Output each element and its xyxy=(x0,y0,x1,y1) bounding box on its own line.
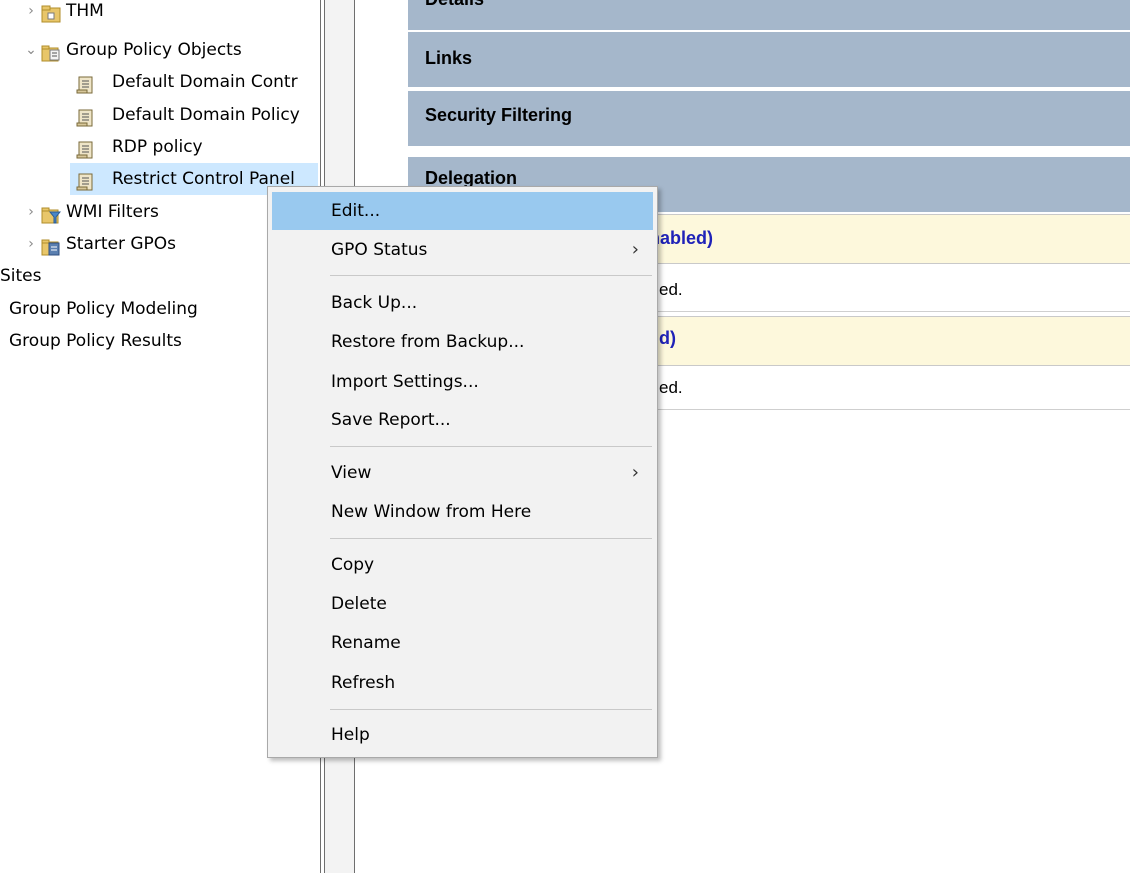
menu-item-delete[interactable]: Delete xyxy=(272,585,653,623)
gpo-scroll-icon xyxy=(76,170,96,191)
subsection-text-label: ed. xyxy=(659,280,683,299)
menu-separator xyxy=(330,709,652,710)
section-header-label: Security Filtering xyxy=(425,105,573,125)
section-header-security-filtering[interactable]: Security Filtering xyxy=(408,90,1130,146)
tree-item-label: Sites xyxy=(0,266,42,286)
section-header-links[interactable]: Links xyxy=(408,31,1130,87)
menu-item-label: Rename xyxy=(331,633,401,653)
tree-item-label: Default Domain Policy xyxy=(112,105,300,125)
chevron-down-icon[interactable]: ⌄ xyxy=(24,34,38,66)
tree-item-thm[interactable]: › THM xyxy=(24,0,314,27)
section-header-label: Details xyxy=(425,0,484,9)
menu-item-save-report[interactable]: Save Report... xyxy=(272,401,653,439)
tree-item-label: Group Policy Results xyxy=(9,331,182,351)
menu-item-label: Import Settings... xyxy=(331,372,479,392)
section-header-details[interactable]: Details xyxy=(408,0,1130,30)
chevron-right-icon[interactable]: › xyxy=(24,0,38,27)
menu-item-copy[interactable]: Copy xyxy=(272,546,653,584)
tree-item-group-policy-results[interactable]: Group Policy Results xyxy=(9,325,267,357)
tree-item-label: Default Domain Contr xyxy=(112,72,298,92)
menu-item-label: Help xyxy=(331,725,370,745)
menu-item-restore-from-backup[interactable]: Restore from Backup... xyxy=(272,323,653,361)
tree-item-label: THM xyxy=(66,1,104,21)
context-menu: Edit... GPO Status › Back Up... Restore … xyxy=(267,186,658,758)
menu-item-view[interactable]: View › xyxy=(272,454,653,492)
menu-item-label: View xyxy=(331,463,372,483)
tree-item-starter-gpos[interactable]: › Starter GPOs xyxy=(24,228,264,260)
menu-item-label: Delete xyxy=(331,594,387,614)
tree-item-gpo[interactable]: Default Domain Contr xyxy=(72,66,320,98)
chevron-right-icon: › xyxy=(631,462,639,483)
menu-item-label: New Window from Here xyxy=(331,502,532,522)
menu-item-label: Save Report... xyxy=(331,410,451,430)
subsection-text-label: ed. xyxy=(659,378,683,397)
menu-separator xyxy=(330,275,652,276)
menu-item-label: Restore from Backup... xyxy=(331,332,525,352)
menu-item-import-settings[interactable]: Import Settings... xyxy=(272,363,653,401)
tree-item-group-policy-modeling[interactable]: Group Policy Modeling xyxy=(9,293,267,325)
gpo-scroll-icon xyxy=(76,106,96,127)
menu-item-rename[interactable]: Rename xyxy=(272,624,653,662)
menu-item-label: GPO Status xyxy=(331,240,428,260)
chevron-right-icon: › xyxy=(631,239,639,260)
tree-item-label: Group Policy Objects xyxy=(66,40,242,60)
section-header-label: Delegation xyxy=(425,168,518,188)
tree-item-wmi-filters[interactable]: › WMI Filters xyxy=(24,196,264,228)
starter-gpo-icon xyxy=(41,235,61,256)
tree-item-label: Group Policy Modeling xyxy=(9,299,198,319)
menu-separator xyxy=(330,446,652,447)
subsection-header-label: d) xyxy=(659,328,676,348)
menu-separator xyxy=(330,538,652,539)
menu-item-back-up[interactable]: Back Up... xyxy=(272,284,653,322)
chevron-right-icon[interactable]: › xyxy=(24,228,38,260)
menu-item-label: Copy xyxy=(331,555,375,575)
menu-item-edit[interactable]: Edit... xyxy=(272,192,653,230)
menu-item-label: Refresh xyxy=(331,673,396,693)
tree-item-label: Starter GPOs xyxy=(66,234,177,254)
tree-item-label: RDP policy xyxy=(112,137,203,157)
wmi-filter-icon xyxy=(41,203,62,224)
gpo-container-icon xyxy=(41,41,61,62)
tree-item-sites[interactable]: Sites xyxy=(0,260,260,292)
chevron-right-icon[interactable]: › xyxy=(24,196,38,228)
tree-item-label: WMI Filters xyxy=(66,202,159,222)
ou-folder-icon xyxy=(41,2,61,23)
subsection-header-label: nabled) xyxy=(649,228,714,248)
menu-item-label: Edit... xyxy=(331,201,381,221)
section-header-label: Links xyxy=(425,48,473,68)
tree-item-gpo[interactable]: RDP policy xyxy=(72,131,320,163)
tree-item-gpo[interactable]: Default Domain Policy xyxy=(72,99,320,131)
menu-item-refresh[interactable]: Refresh xyxy=(272,664,653,702)
menu-item-help[interactable]: Help xyxy=(272,716,653,754)
gpo-scroll-icon xyxy=(76,138,96,159)
gpo-scroll-icon xyxy=(76,73,96,94)
tree-item-group-policy-objects[interactable]: ⌄ Group Policy Objects xyxy=(24,34,314,66)
menu-item-label: Back Up... xyxy=(331,293,418,313)
menu-item-gpo-status[interactable]: GPO Status › xyxy=(272,231,653,269)
menu-item-new-window-from-here[interactable]: New Window from Here xyxy=(272,493,653,531)
